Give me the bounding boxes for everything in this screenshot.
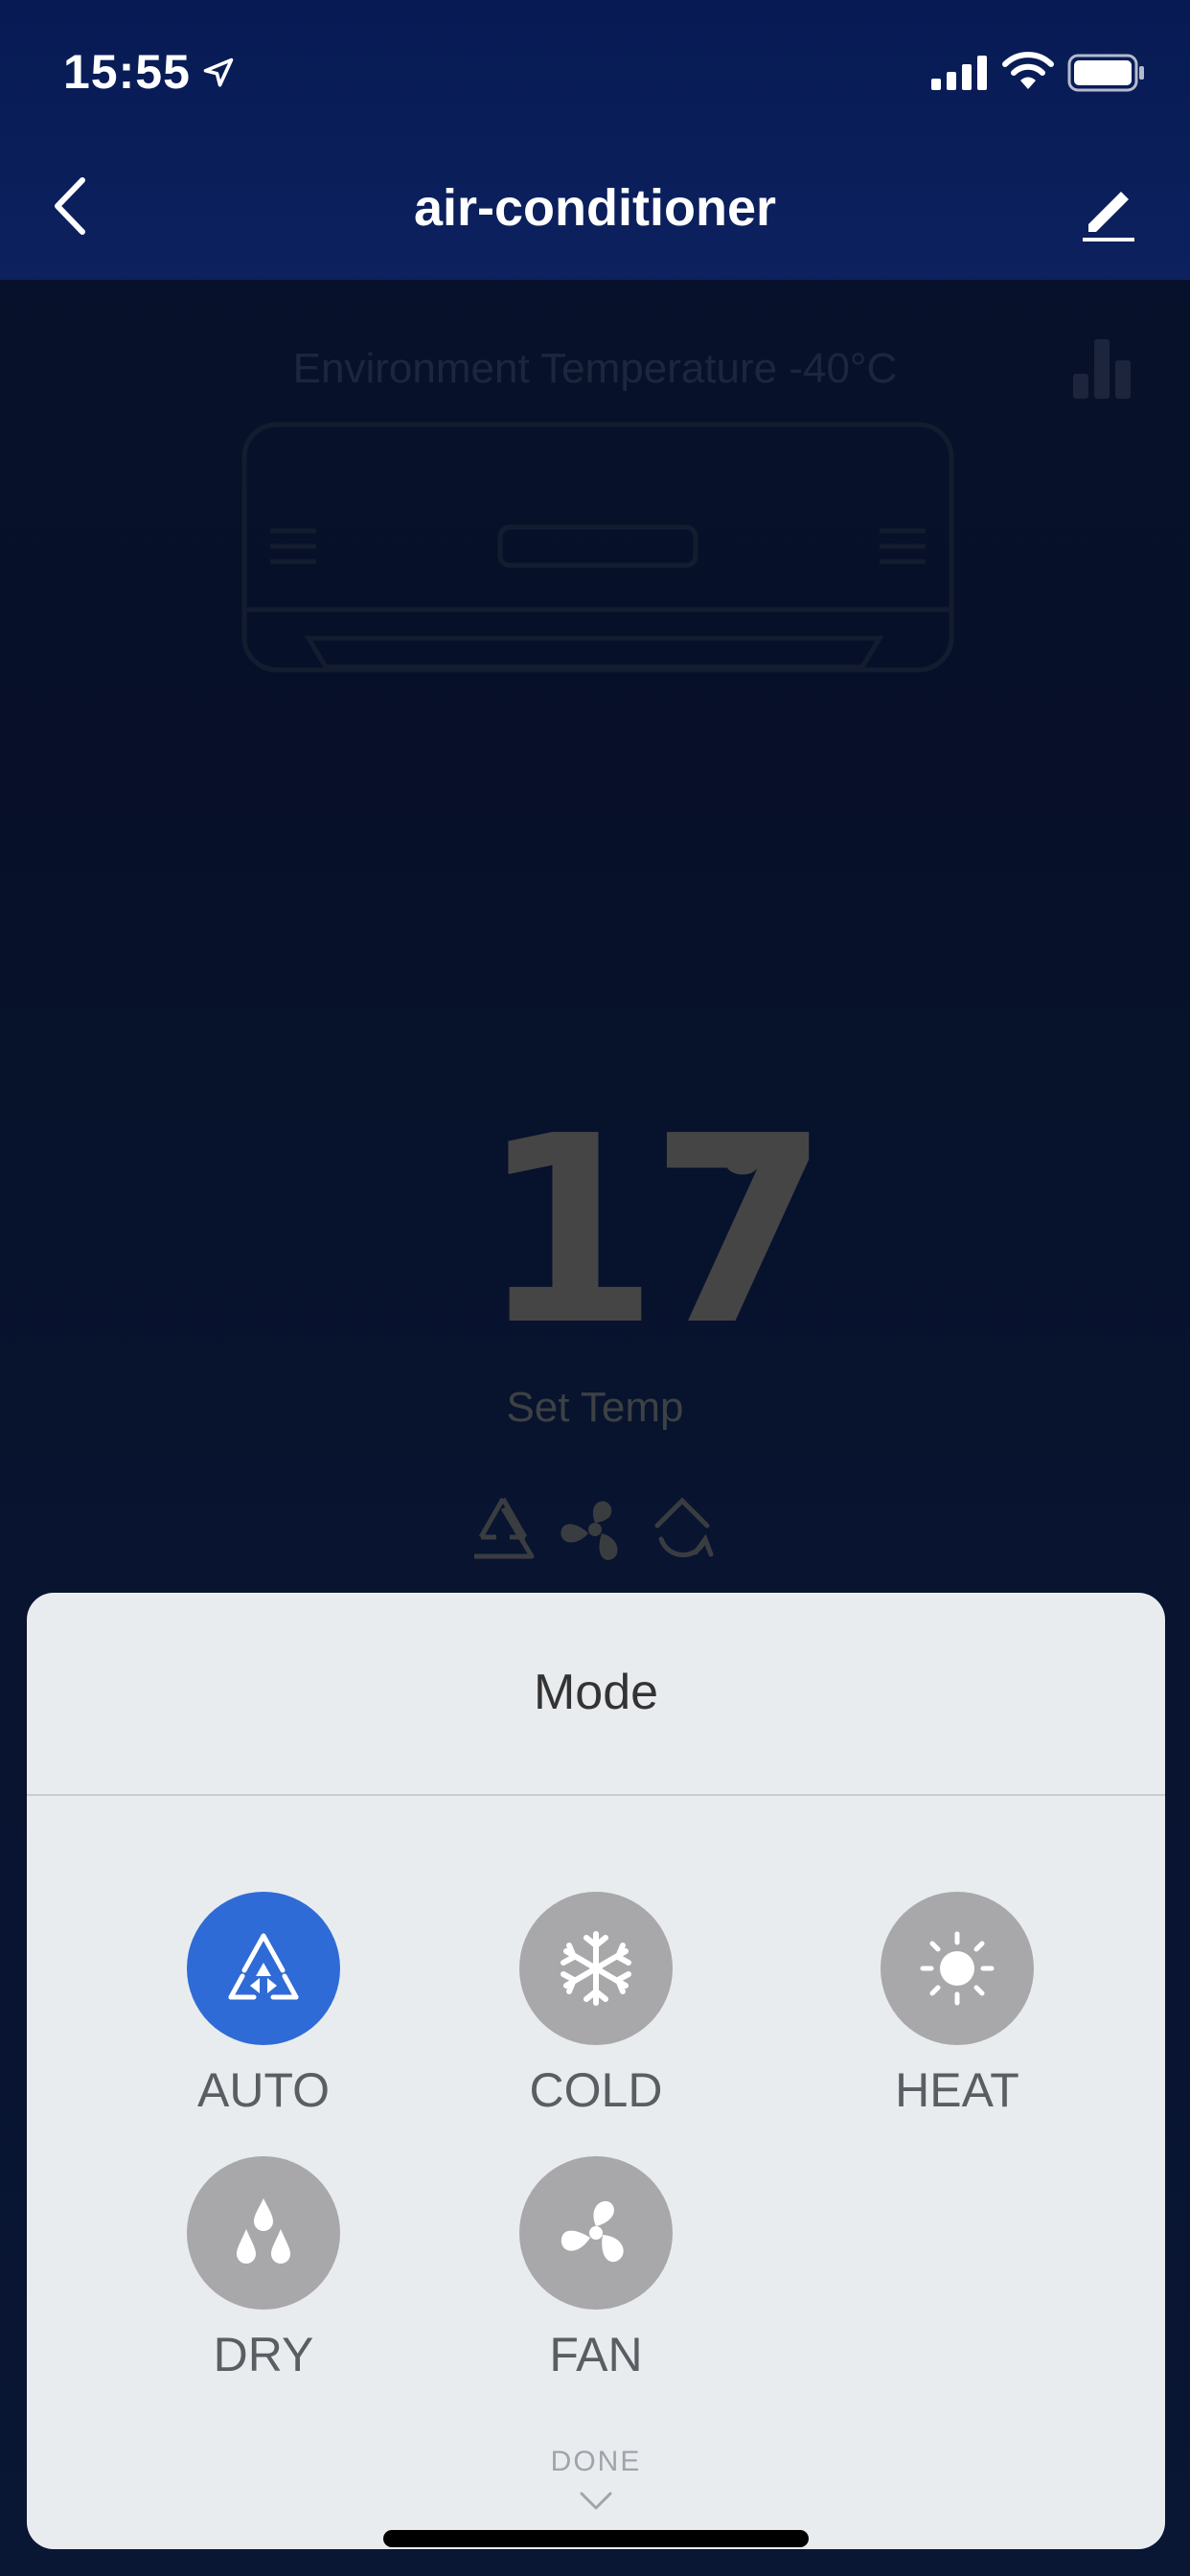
mode-button-cold[interactable] bbox=[519, 1892, 673, 2045]
sheet-divider bbox=[27, 1794, 1165, 1796]
back-chevron-icon[interactable] bbox=[48, 172, 96, 240]
snowflake-icon bbox=[561, 1931, 631, 2006]
chevron-down-icon[interactable] bbox=[579, 2490, 613, 2513]
status-time: 15:55 bbox=[63, 45, 191, 99]
mode-label-cold: COLD bbox=[529, 2063, 663, 2117]
droplets-icon bbox=[237, 2198, 290, 2264]
cellular-signal-icon bbox=[931, 56, 987, 90]
app-screen: 15:55 air-conditioner Environment Temper… bbox=[0, 0, 1190, 2576]
mode-label-fan: FAN bbox=[549, 2328, 643, 2381]
mode-label-dry: DRY bbox=[213, 2328, 314, 2381]
location-arrow-icon bbox=[203, 58, 234, 87]
mode-option-heat[interactable]: HEAT bbox=[833, 1892, 1082, 2122]
battery-icon bbox=[1067, 54, 1144, 92]
top-bar: 15:55 air-conditioner bbox=[0, 0, 1190, 280]
home-indicator bbox=[383, 2530, 809, 2547]
sun-icon bbox=[920, 1931, 995, 2006]
mode-option-auto[interactable]: AUTO bbox=[139, 1892, 388, 2122]
mode-button-fan[interactable] bbox=[519, 2156, 673, 2310]
wifi-icon bbox=[1002, 52, 1054, 89]
mode-button-heat[interactable] bbox=[881, 1892, 1034, 2045]
sheet-title: Mode bbox=[533, 1665, 659, 1720]
mode-button-auto[interactable] bbox=[187, 1892, 340, 2045]
page-title: air-conditioner bbox=[413, 179, 777, 237]
mode-button-dry[interactable] bbox=[187, 2156, 340, 2310]
mode-sheet: Mode AUTO COLD HEAT DRY FAN DONE bbox=[27, 1593, 1165, 2549]
mode-option-fan[interactable]: FAN bbox=[471, 2156, 721, 2386]
edit-pencil-icon[interactable] bbox=[1079, 182, 1136, 243]
fan-icon bbox=[561, 2200, 624, 2263]
recycle-icon bbox=[228, 1933, 299, 2000]
mode-label-heat: HEAT bbox=[895, 2063, 1019, 2117]
mode-label-auto: AUTO bbox=[197, 2063, 330, 2117]
mode-option-dry[interactable]: DRY bbox=[139, 2156, 388, 2386]
done-button[interactable]: DONE bbox=[27, 2446, 1165, 2478]
mode-option-cold[interactable]: COLD bbox=[471, 1892, 721, 2122]
